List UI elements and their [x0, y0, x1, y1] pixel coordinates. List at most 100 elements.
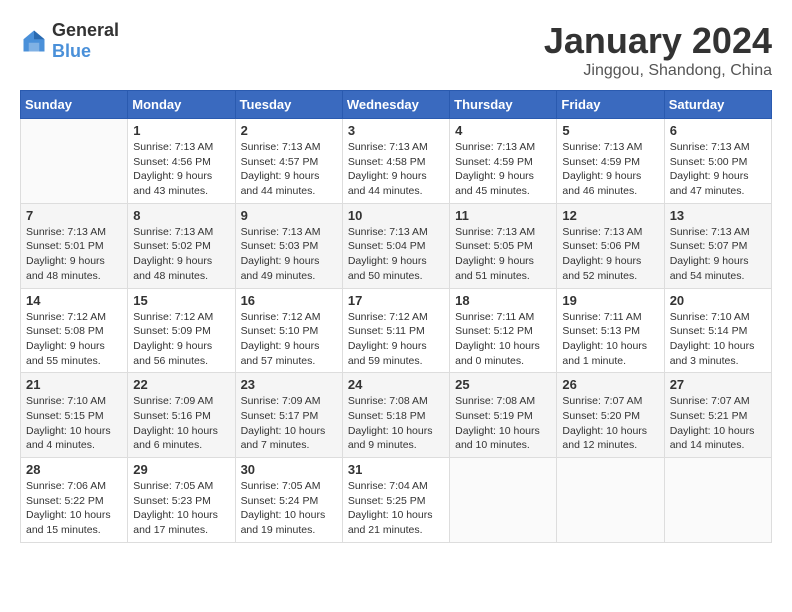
calendar-cell — [664, 458, 771, 543]
calendar-week-row: 1Sunrise: 7:13 AMSunset: 4:56 PMDaylight… — [21, 119, 772, 204]
day-info: Sunrise: 7:08 AMSunset: 5:18 PMDaylight:… — [348, 394, 444, 453]
day-number: 22 — [133, 377, 229, 392]
day-number: 5 — [562, 123, 658, 138]
weekday-header: Sunday — [21, 91, 128, 119]
day-number: 12 — [562, 208, 658, 223]
day-info: Sunrise: 7:13 AMSunset: 5:03 PMDaylight:… — [241, 225, 337, 284]
logo-blue: Blue — [52, 41, 91, 61]
day-info: Sunrise: 7:06 AMSunset: 5:22 PMDaylight:… — [26, 479, 122, 538]
page-header: General Blue January 2024 Jinggou, Shand… — [20, 20, 772, 80]
day-info: Sunrise: 7:13 AMSunset: 4:56 PMDaylight:… — [133, 140, 229, 199]
day-number: 6 — [670, 123, 766, 138]
day-number: 14 — [26, 293, 122, 308]
day-info: Sunrise: 7:04 AMSunset: 5:25 PMDaylight:… — [348, 479, 444, 538]
weekday-header: Thursday — [450, 91, 557, 119]
calendar-body: 1Sunrise: 7:13 AMSunset: 4:56 PMDaylight… — [21, 119, 772, 543]
weekday-header: Friday — [557, 91, 664, 119]
day-number: 30 — [241, 462, 337, 477]
calendar-table: SundayMondayTuesdayWednesdayThursdayFrid… — [20, 90, 772, 543]
calendar-cell: 2 Sunrise: 7:13 AMSunset: 4:57 PMDaylight… — [235, 119, 342, 204]
day-number: 19 — [562, 293, 658, 308]
calendar-cell: 28 Sunrise: 7:06 AMSunset: 5:22 PMDayligh… — [21, 458, 128, 543]
day-number: 28 — [26, 462, 122, 477]
logo-text: General Blue — [52, 20, 119, 62]
day-info: Sunrise: 7:13 AMSunset: 5:04 PMDaylight:… — [348, 225, 444, 284]
logo-general: General — [52, 20, 119, 40]
calendar-cell: 5Sunrise: 7:13 AMSunset: 4:59 PMDaylight… — [557, 119, 664, 204]
calendar-cell: 23 Sunrise: 7:09 AMSunset: 5:17 PMDayligh… — [235, 373, 342, 458]
calendar-cell: 27 Sunrise: 7:07 AMSunset: 5:21 PMDayligh… — [664, 373, 771, 458]
calendar-week-row: 14 Sunrise: 7:12 AMSunset: 5:08 PMDayligh… — [21, 288, 772, 373]
day-info: Sunrise: 7:13 AMSunset: 5:01 PMDaylight:… — [26, 225, 122, 284]
calendar-cell: 16Sunrise: 7:12 AMSunset: 5:10 PMDayligh… — [235, 288, 342, 373]
day-number: 29 — [133, 462, 229, 477]
day-info: Sunrise: 7:10 AMSunset: 5:14 PMDaylight:… — [670, 310, 766, 369]
calendar-cell: 11 Sunrise: 7:13 AMSunset: 5:05 PMDayligh… — [450, 203, 557, 288]
day-number: 31 — [348, 462, 444, 477]
calendar-cell: 18Sunrise: 7:11 AMSunset: 5:12 PMDayligh… — [450, 288, 557, 373]
day-info: Sunrise: 7:05 AMSunset: 5:23 PMDaylight:… — [133, 479, 229, 538]
calendar-cell: 13Sunrise: 7:13 AMSunset: 5:07 PMDayligh… — [664, 203, 771, 288]
calendar-cell: 19 Sunrise: 7:11 AMSunset: 5:13 PMDayligh… — [557, 288, 664, 373]
day-number: 23 — [241, 377, 337, 392]
day-info: Sunrise: 7:12 AMSunset: 5:11 PMDaylight:… — [348, 310, 444, 369]
calendar-week-row: 28 Sunrise: 7:06 AMSunset: 5:22 PMDayligh… — [21, 458, 772, 543]
day-number: 2 — [241, 123, 337, 138]
calendar-cell: 31 Sunrise: 7:04 AMSunset: 5:25 PMDayligh… — [342, 458, 449, 543]
day-info: Sunrise: 7:13 AMSunset: 5:05 PMDaylight:… — [455, 225, 551, 284]
day-info: Sunrise: 7:07 AMSunset: 5:20 PMDaylight:… — [562, 394, 658, 453]
day-number: 13 — [670, 208, 766, 223]
calendar-cell: 22 Sunrise: 7:09 AMSunset: 5:16 PMDayligh… — [128, 373, 235, 458]
calendar-cell: 9 Sunrise: 7:13 AMSunset: 5:03 PMDaylight… — [235, 203, 342, 288]
calendar-cell: 30Sunrise: 7:05 AMSunset: 5:24 PMDayligh… — [235, 458, 342, 543]
calendar-cell — [21, 119, 128, 204]
day-info: Sunrise: 7:09 AMSunset: 5:17 PMDaylight:… — [241, 394, 337, 453]
logo: General Blue — [20, 20, 119, 62]
weekday-header: Wednesday — [342, 91, 449, 119]
calendar-cell — [557, 458, 664, 543]
day-info: Sunrise: 7:07 AMSunset: 5:21 PMDaylight:… — [670, 394, 766, 453]
day-info: Sunrise: 7:12 AMSunset: 5:08 PMDaylight:… — [26, 310, 122, 369]
calendar-week-row: 7 Sunrise: 7:13 AMSunset: 5:01 PMDaylight… — [21, 203, 772, 288]
day-number: 17 — [348, 293, 444, 308]
weekday-header: Monday — [128, 91, 235, 119]
month-title: January 2024 — [544, 20, 772, 62]
calendar-cell: 10 Sunrise: 7:13 AMSunset: 5:04 PMDayligh… — [342, 203, 449, 288]
calendar-cell: 25 Sunrise: 7:08 AMSunset: 5:19 PMDayligh… — [450, 373, 557, 458]
day-number: 16 — [241, 293, 337, 308]
day-info: Sunrise: 7:13 AMSunset: 5:00 PMDaylight:… — [670, 140, 766, 199]
day-info: Sunrise: 7:09 AMSunset: 5:16 PMDaylight:… — [133, 394, 229, 453]
calendar-cell: 20Sunrise: 7:10 AMSunset: 5:14 PMDayligh… — [664, 288, 771, 373]
title-block: January 2024 Jinggou, Shandong, China — [544, 20, 772, 80]
day-number: 10 — [348, 208, 444, 223]
day-number: 27 — [670, 377, 766, 392]
weekday-row: SundayMondayTuesdayWednesdayThursdayFrid… — [21, 91, 772, 119]
day-info: Sunrise: 7:13 AMSunset: 4:59 PMDaylight:… — [455, 140, 551, 199]
day-info: Sunrise: 7:13 AMSunset: 4:57 PMDaylight:… — [241, 140, 337, 199]
weekday-header: Tuesday — [235, 91, 342, 119]
day-info: Sunrise: 7:13 AMSunset: 5:06 PMDaylight:… — [562, 225, 658, 284]
calendar-cell: 3Sunrise: 7:13 AMSunset: 4:58 PMDaylight… — [342, 119, 449, 204]
calendar-cell: 24Sunrise: 7:08 AMSunset: 5:18 PMDayligh… — [342, 373, 449, 458]
day-number: 26 — [562, 377, 658, 392]
day-number: 11 — [455, 208, 551, 223]
day-number: 3 — [348, 123, 444, 138]
weekday-header: Saturday — [664, 91, 771, 119]
calendar-cell: 12 Sunrise: 7:13 AMSunset: 5:06 PMDayligh… — [557, 203, 664, 288]
location-title: Jinggou, Shandong, China — [544, 62, 772, 80]
calendar-cell: 6 Sunrise: 7:13 AMSunset: 5:00 PMDaylight… — [664, 119, 771, 204]
day-number: 25 — [455, 377, 551, 392]
calendar-cell: 17 Sunrise: 7:12 AMSunset: 5:11 PMDayligh… — [342, 288, 449, 373]
calendar-cell: 7 Sunrise: 7:13 AMSunset: 5:01 PMDaylight… — [21, 203, 128, 288]
calendar-header: SundayMondayTuesdayWednesdayThursdayFrid… — [21, 91, 772, 119]
day-number: 7 — [26, 208, 122, 223]
day-number: 9 — [241, 208, 337, 223]
calendar-cell: 26 Sunrise: 7:07 AMSunset: 5:20 PMDayligh… — [557, 373, 664, 458]
day-info: Sunrise: 7:08 AMSunset: 5:19 PMDaylight:… — [455, 394, 551, 453]
day-info: Sunrise: 7:11 AMSunset: 5:12 PMDaylight:… — [455, 310, 551, 369]
day-info: Sunrise: 7:10 AMSunset: 5:15 PMDaylight:… — [26, 394, 122, 453]
calendar-cell: 29 Sunrise: 7:05 AMSunset: 5:23 PMDayligh… — [128, 458, 235, 543]
calendar-cell: 8Sunrise: 7:13 AMSunset: 5:02 PMDaylight… — [128, 203, 235, 288]
calendar-cell: 4Sunrise: 7:13 AMSunset: 4:59 PMDaylight… — [450, 119, 557, 204]
day-info: Sunrise: 7:11 AMSunset: 5:13 PMDaylight:… — [562, 310, 658, 369]
